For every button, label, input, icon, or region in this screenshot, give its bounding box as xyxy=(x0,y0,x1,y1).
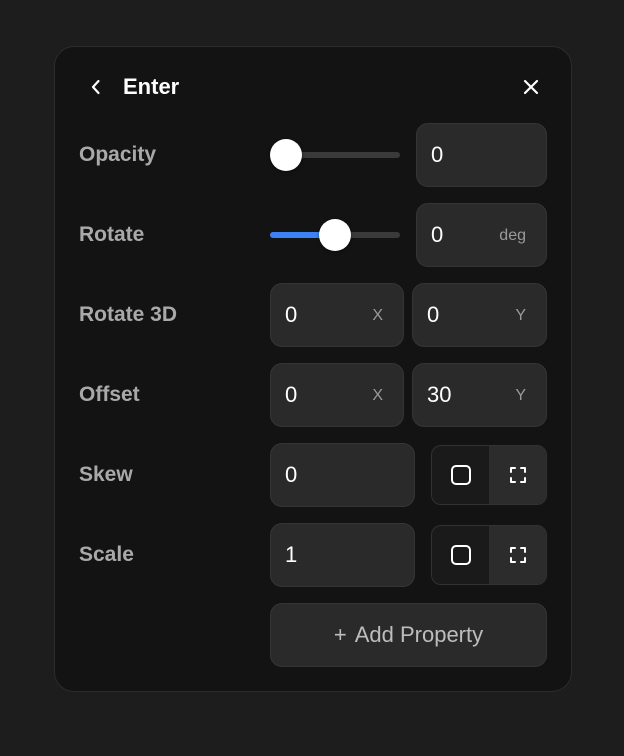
rotate-label: Rotate xyxy=(79,223,145,246)
offset-x-value: 0 xyxy=(285,382,298,407)
scale-value: 1 xyxy=(285,542,298,567)
offset-x-unit: X xyxy=(372,387,383,404)
rotate3d-label: Rotate 3D xyxy=(79,303,178,326)
skew-value: 0 xyxy=(285,462,298,487)
slider-thumb[interactable] xyxy=(270,139,302,171)
add-property-label: Add Property xyxy=(354,622,484,647)
skew-input[interactable]: 0 xyxy=(270,443,415,507)
offset-y-unit: Y xyxy=(515,387,526,404)
skew-uniform-button[interactable] xyxy=(432,446,489,504)
expand-corners-icon xyxy=(509,547,526,563)
scale-uniform-button[interactable] xyxy=(432,526,489,584)
offset-label: Offset xyxy=(79,383,140,406)
offset-x-input[interactable]: 0 X xyxy=(270,363,404,427)
rotate3d-x-input[interactable]: 0 X xyxy=(270,283,404,347)
rotate3d-y-value: 0 xyxy=(427,302,440,327)
plus-icon: + xyxy=(333,622,347,647)
scale-input[interactable]: 1 xyxy=(270,523,415,587)
panel-title: Enter xyxy=(123,74,180,99)
rotate-unit: deg xyxy=(499,227,526,244)
skew-per-axis-button[interactable] xyxy=(489,446,546,504)
close-icon xyxy=(523,79,539,95)
opacity-input[interactable]: 0 xyxy=(416,123,547,187)
rotate3d-x-value: 0 xyxy=(285,302,298,327)
square-icon xyxy=(450,545,471,565)
rotate3d-y-input[interactable]: 0 Y xyxy=(412,283,547,347)
scale-mode-toggle[interactable] xyxy=(431,525,547,585)
skew-label: Skew xyxy=(79,463,133,486)
rotate-input[interactable]: 0 deg xyxy=(416,203,547,267)
rotate3d-y-unit: Y xyxy=(515,307,526,324)
chevron-left-icon xyxy=(91,79,100,95)
expand-corners-icon xyxy=(509,467,526,483)
opacity-label: Opacity xyxy=(79,143,157,166)
opacity-value: 0 xyxy=(431,142,444,167)
opacity-slider[interactable] xyxy=(270,138,400,174)
rotate-slider[interactable] xyxy=(270,218,400,254)
offset-y-value: 30 xyxy=(427,382,452,407)
offset-y-input[interactable]: 30 Y xyxy=(412,363,547,427)
rotate3d-x-unit: X xyxy=(372,307,383,324)
back-button[interactable] xyxy=(86,76,106,98)
skew-mode-toggle[interactable] xyxy=(431,445,547,505)
scale-per-axis-button[interactable] xyxy=(489,526,546,584)
close-button[interactable] xyxy=(519,75,543,99)
add-property-button[interactable]: + Add Property xyxy=(270,603,547,667)
scale-label: Scale xyxy=(79,543,134,566)
rotate-value: 0 xyxy=(431,222,444,247)
square-icon xyxy=(450,465,471,485)
slider-thumb[interactable] xyxy=(319,219,351,251)
